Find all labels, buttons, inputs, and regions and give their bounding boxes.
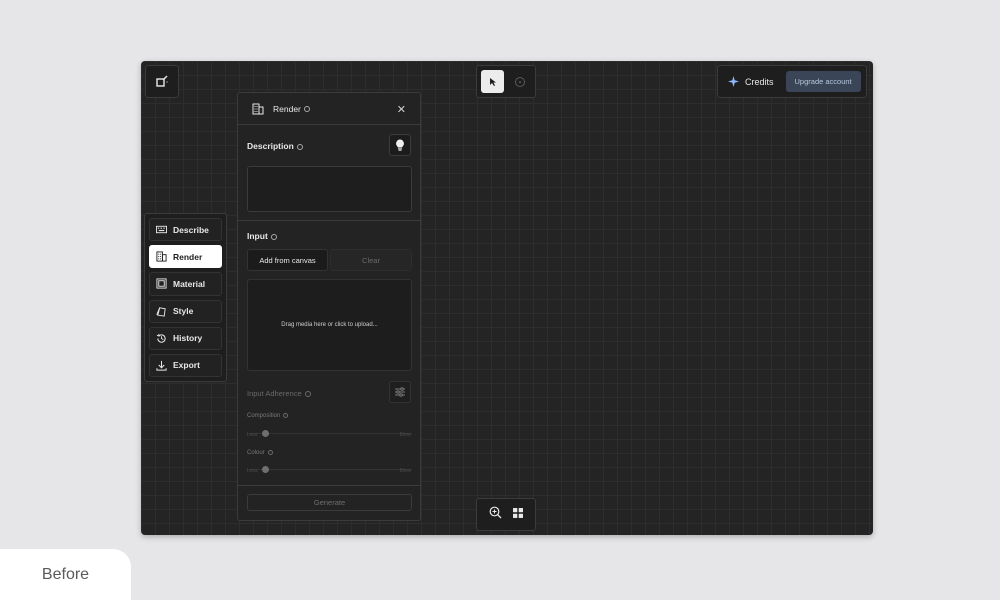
input-label: Input	[247, 231, 277, 241]
logo-icon	[156, 75, 168, 87]
before-badge: Before	[0, 549, 131, 600]
divider	[238, 485, 420, 486]
upload-dropzone[interactable]: Drag media here or click to upload...	[247, 279, 412, 371]
colour-label-text: Colour	[247, 450, 265, 457]
building-icon	[252, 103, 264, 114]
target-tool-button[interactable]	[508, 70, 531, 93]
composition-label-text: Composition	[247, 413, 281, 420]
add-from-canvas-button[interactable]: Add from canvas	[247, 249, 328, 271]
grid-icon	[512, 507, 523, 518]
composition-label: Composition	[247, 413, 289, 420]
history-icon	[156, 333, 166, 343]
panel-title: Render	[273, 104, 310, 114]
slider-min-label: Less	[247, 468, 258, 474]
composition-slider[interactable]	[247, 429, 412, 439]
prompt-ideas-button[interactable]	[389, 134, 411, 156]
description-label: Description	[247, 141, 303, 151]
close-icon[interactable]: ✕	[397, 103, 406, 116]
slider-thumb[interactable]	[262, 466, 269, 473]
style-icon	[156, 306, 166, 317]
slider-track	[247, 433, 412, 434]
credits-label: Credits	[745, 76, 774, 87]
sparkle-icon	[728, 76, 739, 87]
sidebar-item-material[interactable]: Material	[149, 272, 222, 296]
info-icon[interactable]	[270, 233, 277, 240]
material-icon	[156, 278, 167, 289]
render-panel: Render ✕ Description Input Add from canv…	[237, 92, 421, 521]
app-window: Credits Upgrade account Describe Render	[141, 61, 873, 535]
select-tool-button[interactable]	[481, 70, 504, 93]
building-icon	[156, 251, 167, 262]
target-icon	[514, 76, 525, 87]
sidebar-item-history[interactable]: History	[149, 326, 222, 350]
input-adherence-label: Input Adherence	[247, 389, 311, 398]
sidebar-item-render[interactable]: Render	[149, 245, 222, 269]
colour-label: Colour	[247, 450, 273, 456]
slider-max-label: More	[399, 432, 411, 438]
cursor-icon	[489, 77, 496, 86]
grid-view-button[interactable]	[512, 506, 524, 524]
credits-area: Credits Upgrade account	[717, 65, 867, 98]
canvas-tools	[476, 65, 536, 98]
description-label-text: Description	[247, 141, 294, 151]
info-icon[interactable]	[303, 106, 310, 113]
sliders-icon	[395, 387, 405, 397]
colour-slider[interactable]	[247, 465, 412, 475]
divider	[238, 220, 420, 221]
panel-title-text: Render	[273, 103, 301, 114]
view-controls	[476, 498, 536, 531]
logo-button[interactable]	[145, 65, 179, 98]
sidebar-item-describe[interactable]: Describe	[149, 218, 222, 242]
zoom-in-icon	[489, 506, 501, 518]
upgrade-account-button[interactable]: Upgrade account	[785, 71, 861, 92]
lightbulb-icon	[396, 139, 404, 151]
slider-track	[247, 469, 412, 470]
sidebar-item-style[interactable]: Style	[149, 299, 222, 323]
sidebar-item-label: Export	[173, 360, 200, 371]
info-icon[interactable]	[296, 143, 303, 150]
sidebar-item-label: Describe	[173, 224, 209, 235]
slider-thumb[interactable]	[262, 430, 269, 437]
clear-button[interactable]: Clear	[330, 249, 412, 271]
download-icon	[156, 360, 167, 371]
description-textarea[interactable]	[247, 166, 412, 212]
sidebar-item-label: Render	[173, 251, 203, 262]
info-icon[interactable]	[267, 450, 273, 455]
input-label-text: Input	[247, 231, 268, 241]
panel-header: Render	[238, 93, 420, 125]
slider-min-label: Less	[247, 432, 258, 438]
input-adherence-label-text: Input Adherence	[247, 389, 302, 398]
keyboard-icon	[156, 225, 167, 234]
adherence-settings-button[interactable]	[389, 381, 411, 403]
generate-button[interactable]: Generate	[247, 494, 412, 511]
sidebar-item-export[interactable]: Export	[149, 353, 222, 378]
sidebar: Describe Render Material Style History E…	[144, 213, 227, 382]
sidebar-item-label: Material	[173, 278, 206, 289]
zoom-button[interactable]	[489, 506, 502, 524]
info-icon[interactable]	[283, 413, 289, 418]
sidebar-item-label: Style	[173, 306, 194, 317]
sidebar-item-label: History	[173, 333, 203, 344]
slider-max-label: More	[399, 468, 411, 474]
info-icon[interactable]	[304, 391, 311, 398]
